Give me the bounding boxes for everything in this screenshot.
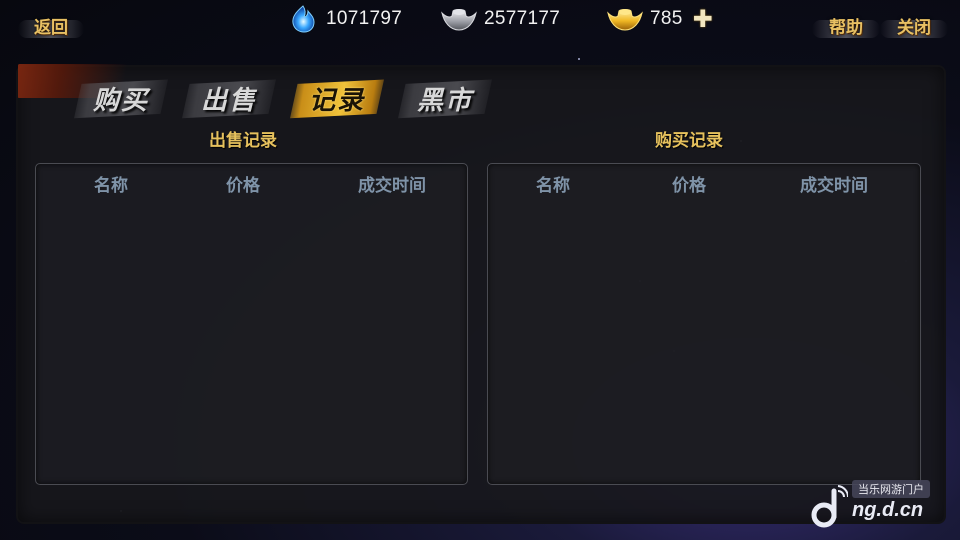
spirit-value: 1071797 bbox=[326, 8, 403, 29]
watermark-url: ng.d.cn bbox=[852, 499, 924, 521]
tab-black-market[interactable]: 黑市 bbox=[398, 79, 492, 119]
column-header-price: 价格 bbox=[226, 176, 260, 196]
column-header-time: 成交时间 bbox=[358, 176, 426, 196]
column-header-time: 成交时间 bbox=[800, 176, 868, 196]
gold-currency: 785 ✚ bbox=[606, 4, 713, 34]
silver-ingot-icon bbox=[441, 9, 477, 31]
top-bar: 返回 1071797 2577177 785 ✚ 帮助 关闭 bbox=[0, 0, 960, 44]
close-button-label: 关闭 bbox=[897, 17, 931, 38]
silver-currency: 2577177 bbox=[440, 4, 560, 34]
close-button[interactable]: 关闭 bbox=[880, 10, 948, 40]
gold-ingot-icon bbox=[607, 9, 643, 31]
help-button-label: 帮助 bbox=[829, 17, 863, 38]
column-header-price: 价格 bbox=[672, 176, 706, 196]
tab-bar: 购买 出售 记录 黑市 bbox=[74, 76, 492, 120]
help-button[interactable]: 帮助 bbox=[812, 10, 880, 40]
site-watermark: 当乐网游门户 ng.d.cn bbox=[806, 477, 946, 529]
column-header-name: 名称 bbox=[536, 176, 570, 196]
d-logo-icon bbox=[811, 485, 848, 528]
buy-record-header: 名称 价格 成交时间 bbox=[488, 164, 920, 200]
back-button[interactable]: 返回 bbox=[18, 10, 84, 40]
sell-record-title: 出售记录 bbox=[209, 131, 277, 151]
blue-flame-icon bbox=[292, 5, 315, 33]
tab-buy[interactable]: 购买 bbox=[74, 79, 168, 119]
back-button-label: 返回 bbox=[34, 17, 68, 38]
tab-sell[interactable]: 出售 bbox=[182, 79, 276, 119]
spirit-currency: 1071797 bbox=[286, 4, 402, 34]
tab-records[interactable]: 记录 bbox=[290, 79, 384, 119]
plus-icon[interactable]: ✚ bbox=[693, 7, 713, 31]
gold-value: 785 bbox=[650, 8, 683, 29]
sell-record-header: 名称 价格 成交时间 bbox=[36, 164, 467, 200]
silver-value: 2577177 bbox=[484, 8, 561, 29]
buy-record-title: 购买记录 bbox=[655, 131, 723, 151]
buy-record-list[interactable]: 名称 价格 成交时间 bbox=[487, 163, 921, 485]
sell-record-list[interactable]: 名称 价格 成交时间 bbox=[35, 163, 468, 485]
column-header-name: 名称 bbox=[94, 176, 128, 196]
watermark-tag: 当乐网游门户 bbox=[852, 480, 930, 498]
